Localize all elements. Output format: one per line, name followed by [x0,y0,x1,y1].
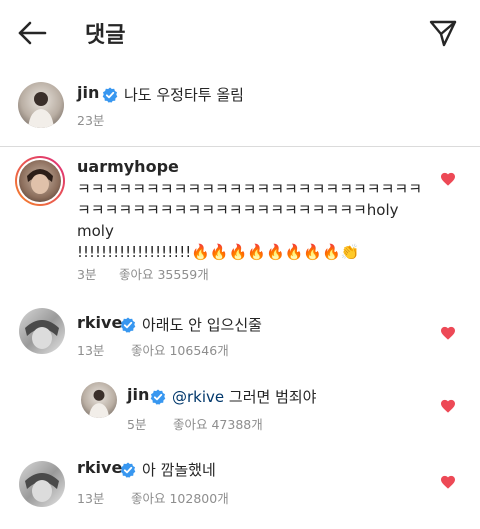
comment-text: ㅋㅋㅋㅋㅋㅋㅋㅋㅋㅋㅋㅋㅋㅋㅋㅋㅋㅋㅋㅋㅋㅋㅋㅋㅋ ㅋㅋㅋㅋㅋㅋㅋㅋㅋㅋㅋㅋㅋㅋ… [77,179,422,263]
heart-icon[interactable] [440,398,456,414]
like-count[interactable]: 좋아요 106546개 [131,340,229,359]
timestamp: 13분 [77,491,105,506]
arrow-left-icon[interactable] [16,20,48,46]
avatar[interactable] [81,382,117,418]
comment-line: ㅋㅋㅋㅋㅋㅋㅋㅋㅋㅋㅋㅋㅋㅋㅋㅋㅋㅋㅋㅋㅋholy [77,201,399,219]
like-count[interactable]: 좋아요 47388개 [173,414,263,433]
verified-badge-icon [120,317,136,333]
header-bar: 댓글 [0,0,480,66]
heart-icon[interactable] [440,474,456,490]
verified-badge-icon [150,389,166,405]
heart-icon[interactable] [440,171,456,187]
timestamp: 3분 [77,267,97,282]
username[interactable]: jin [127,385,149,404]
comment-line: moly [77,222,114,240]
mention-link[interactable]: @rkive [172,388,224,406]
caption-text: 나도 우정타투 올림 [124,86,244,104]
heart-icon[interactable] [440,325,456,341]
comment-text: 아래도 안 입으신줄 [142,316,262,334]
timestamp: 5분 [127,417,147,432]
comment-text: @rkive 그러면 범죄야 [172,386,316,407]
username[interactable]: uarmyhope [77,157,179,176]
username[interactable]: rkive [77,458,122,477]
page-title: 댓글 [85,23,126,48]
comment-item: uarmyhope ㅋㅋㅋㅋㅋㅋㅋㅋㅋㅋㅋㅋㅋㅋㅋㅋㅋㅋㅋㅋㅋㅋㅋㅋㅋ ㅋㅋㅋㅋ… [0,147,480,293]
reply-item: jin @rkive 그러면 범죄야 5분 좋아요 47388개 [0,365,480,445]
comment-item: rkive 아 깜놀했네 13분 좋아요 102800개 [0,445,480,529]
caption-item: jin 나도 우정타투 올림 23분 [0,66,480,146]
avatar[interactable] [19,308,65,354]
avatar [19,160,61,202]
verified-badge-icon [102,87,118,103]
timestamp: 13분 [77,343,105,358]
like-count[interactable]: 좋아요 35559개 [119,264,209,283]
username[interactable]: rkive [77,313,122,332]
avatar[interactable] [18,82,64,128]
like-count[interactable]: 좋아요 102800개 [131,488,229,507]
avatar-story-ring[interactable] [15,156,65,206]
verified-badge-icon [120,462,136,478]
reply-text: 그러면 범죄야 [224,388,317,406]
comment-item: rkive 아래도 안 입으신줄 13분 좋아요 106546개 [0,293,480,365]
avatar-photo [28,92,54,128]
comment-text: 아 깜놀했네 [142,461,216,479]
comment-line: !!!!!!!!!!!!!!!!!!!🔥🔥🔥🔥🔥🔥🔥🔥👏 [77,243,360,261]
avatar[interactable] [19,461,65,507]
timestamp: 23분 [77,113,105,128]
username[interactable]: jin [77,83,99,102]
paper-plane-icon[interactable] [428,18,458,48]
comment-line: ㅋㅋㅋㅋㅋㅋㅋㅋㅋㅋㅋㅋㅋㅋㅋㅋㅋㅋㅋㅋㅋㅋㅋㅋㅋ [77,180,423,198]
